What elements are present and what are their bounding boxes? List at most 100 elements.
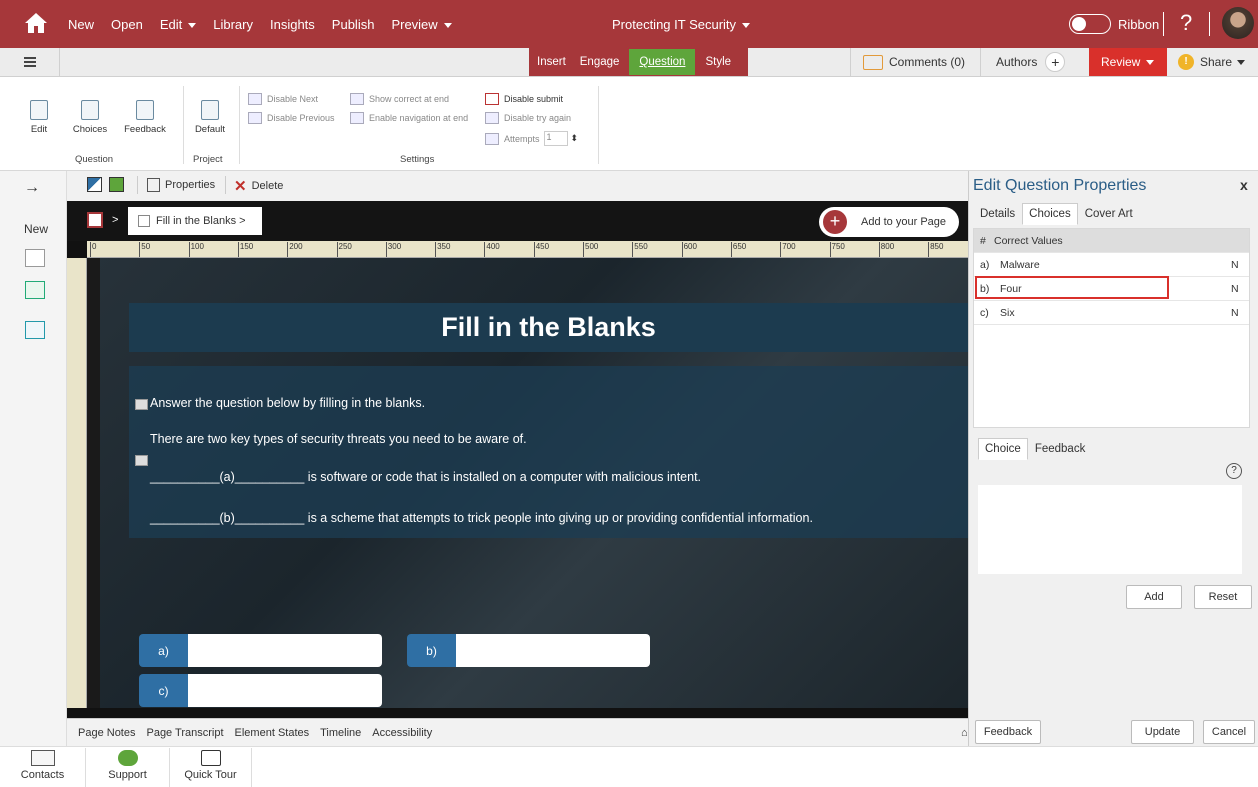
page-small-icon [138,215,150,227]
tab-question[interactable]: Question [629,49,696,75]
breadcrumb-page[interactable]: Fill in the Blanks > [128,207,262,235]
slide-title[interactable]: Fill in the Blanks [129,303,968,352]
image-placeholder-icon [135,455,148,466]
close-icon[interactable]: x [1240,177,1248,193]
reset-button[interactable]: Reset [1194,585,1252,609]
table-row[interactable]: b) Four N [974,276,1249,301]
help-button[interactable]: ? [1180,10,1192,36]
question-panel[interactable]: Answer the question below by filling in … [129,366,968,538]
disable-next-option[interactable]: Disable Next [248,93,318,105]
tab-cover-art[interactable]: Cover Art [1078,203,1140,225]
feedback-panel-button[interactable]: Feedback [975,720,1041,744]
disable-submit-option[interactable]: Disable submit [485,93,563,105]
ribbon-toggle[interactable] [1069,14,1111,34]
tab-row: Insert Engage Question Style Comments (0… [0,48,1258,77]
edit-button[interactable]: Edit [24,100,54,135]
selected-row-highlight [975,276,1169,299]
properties-button[interactable]: Properties [147,178,215,192]
menu-library[interactable]: Library [213,17,253,32]
tab-accessibility[interactable]: Accessibility [372,727,432,739]
row-value[interactable]: Malware [1000,259,1231,271]
disable-previous-label: Disable Previous [267,113,335,123]
attempts-stepper[interactable]: 1 [543,131,568,146]
menu-preview[interactable]: Preview [391,17,451,32]
table-row[interactable]: c) Six N [974,301,1249,325]
image-icon[interactable] [109,177,124,192]
tab-details[interactable]: Details [973,203,1022,225]
divider [598,86,599,164]
question-page-icon[interactable] [25,281,45,299]
row-value[interactable]: Six [1000,307,1231,319]
support-button[interactable]: Support [86,748,170,787]
choice-editor[interactable] [978,485,1242,574]
menu-edit[interactable]: Edit [160,17,196,32]
review-button[interactable]: Review [1089,48,1167,76]
left-sidebar: → New [0,171,67,746]
update-button[interactable]: Update [1131,720,1194,744]
tab-insert[interactable]: Insert [537,56,566,68]
enable-nav-option[interactable]: Enable navigation at end [350,112,468,124]
project-title[interactable]: Protecting IT Security [612,17,750,32]
new-label[interactable]: New [24,222,48,236]
tab-choice[interactable]: Choice [978,438,1028,460]
ribbon-label: Ribbon [1118,16,1160,32]
page-icon[interactable] [25,249,45,267]
contacts-button[interactable]: Contacts [0,748,86,787]
row-flag: N [1231,282,1239,295]
default-button[interactable]: Default [190,100,230,135]
add-author-icon[interactable]: + [1045,52,1066,72]
disable-try-option[interactable]: Disable try again [485,112,571,124]
menu-insights[interactable]: Insights [270,17,315,32]
arrow-right-icon[interactable]: → [24,179,40,197]
feedback-button[interactable]: Feedback [120,100,170,135]
authors-button[interactable]: Authors + [980,48,1086,76]
answer-field-c[interactable]: c) [139,674,382,707]
tab-choices[interactable]: Choices [1022,203,1078,225]
chapter-icon[interactable] [87,212,103,228]
collapse-icon[interactable]: ⌂ [961,727,968,739]
add-to-page-button[interactable]: + Add to your Page [819,207,959,237]
choices-button[interactable]: Choices [70,100,110,135]
user-avatar[interactable] [1222,7,1254,39]
tab-page-transcript[interactable]: Page Transcript [146,727,223,739]
add-button[interactable]: Add [1126,585,1182,609]
share-button[interactable]: ! Share [1170,48,1258,76]
ruler-tick-label: 800 [878,242,894,257]
stepper-arrows-icon[interactable]: ⬍ [571,133,579,144]
quick-tour-button[interactable]: Quick Tour [170,748,252,787]
table-row[interactable]: a) Malware N [974,253,1249,277]
answer-input-c[interactable] [188,674,382,707]
menu-open[interactable]: Open [111,17,143,32]
breadcrumb-page-label: Fill in the Blanks > [156,215,246,227]
answer-input-b[interactable] [456,634,650,667]
home-icon[interactable] [24,12,48,34]
show-correct-option[interactable]: Show correct at end [350,93,449,105]
answer-field-a[interactable]: a) [139,634,382,667]
disable-previous-option[interactable]: Disable Previous [248,112,335,124]
edit-label: Edit [30,124,48,135]
contacts-icon [30,750,55,766]
answer-input-a[interactable] [188,634,382,667]
menu-new[interactable]: New [68,17,94,32]
color-picker-icon[interactable] [87,177,102,192]
tab-element-states[interactable]: Element States [235,727,310,739]
disable-try-label: Disable try again [504,113,572,123]
tab-timeline[interactable]: Timeline [320,727,361,739]
menu-publish[interactable]: Publish [332,17,375,32]
group-settings: Settings [400,154,435,165]
help-circle-icon[interactable]: ? [1226,463,1242,479]
tab-style[interactable]: Style [705,56,731,68]
tab-feedback[interactable]: Feedback [1028,438,1093,460]
cancel-button[interactable]: Cancel [1203,720,1255,744]
tab-engage[interactable]: Engage [580,56,620,68]
delete-button[interactable]: ✕ Delete [234,177,283,195]
search-page-icon[interactable] [25,321,45,339]
comments-button[interactable]: Comments (0) [850,48,980,76]
question-line-2: __________(a)__________ is software or c… [150,470,702,484]
signpost-icon [200,750,221,766]
hamburger-icon[interactable] [0,48,60,76]
answer-field-b[interactable]: b) [407,634,650,667]
tab-page-notes[interactable]: Page Notes [78,727,135,739]
disable-next-label: Disable Next [267,94,319,104]
ruler-tick-label: 300 [385,242,401,257]
